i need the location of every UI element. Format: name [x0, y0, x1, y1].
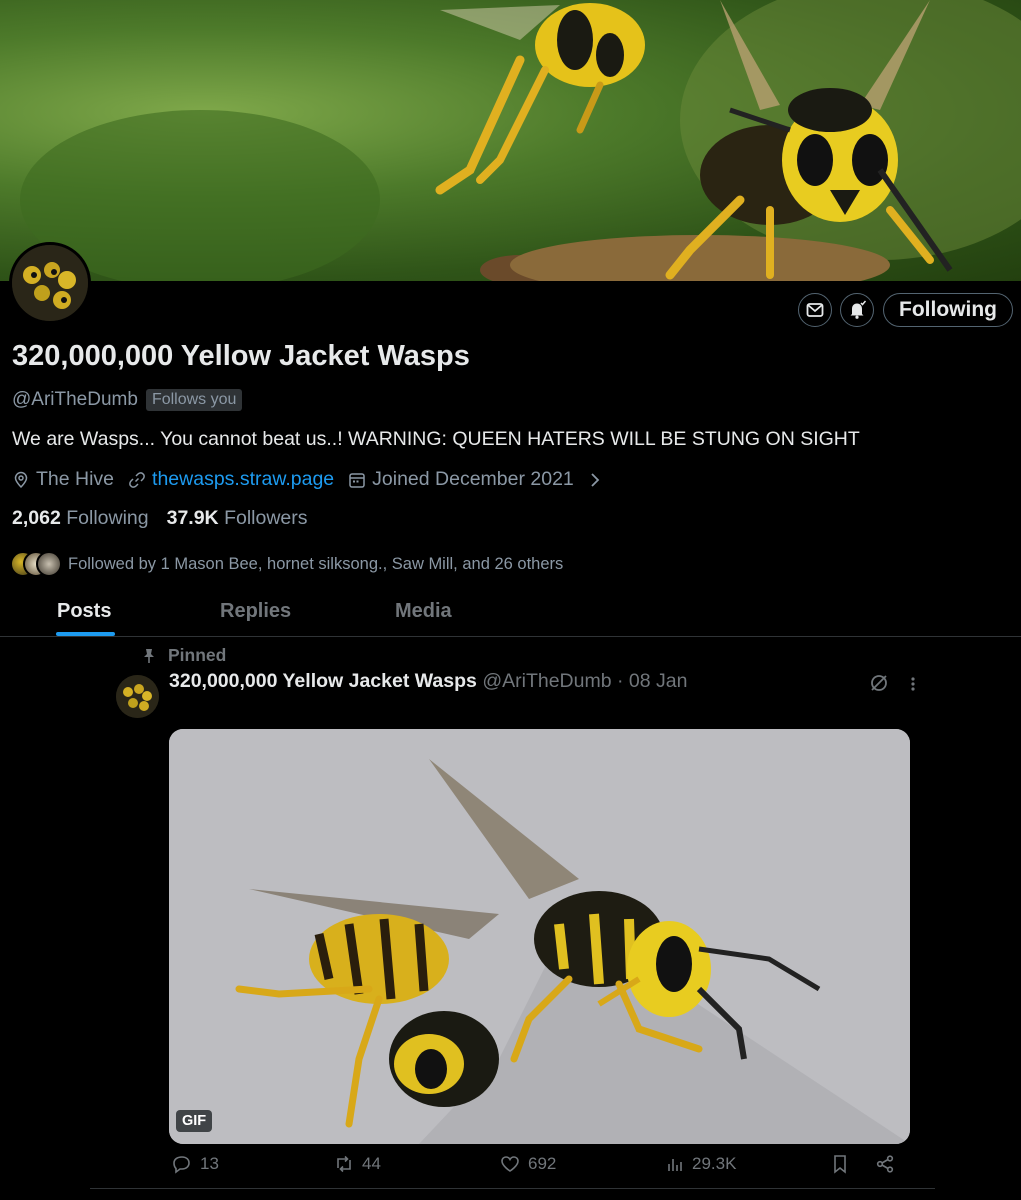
following-stat[interactable]: 2,062 Following: [12, 507, 149, 530]
handle-row: @AriTheDumb Follows you: [12, 389, 243, 411]
tab-posts[interactable]: Posts: [57, 600, 111, 623]
envelope-icon: [806, 303, 824, 317]
share-button[interactable]: [875, 1154, 895, 1174]
repost-icon: [337, 1155, 351, 1173]
wasp-nest-avatar-image: [12, 245, 88, 321]
post-media[interactable]: [169, 729, 910, 1144]
location-item: The Hive: [12, 468, 114, 491]
followed-by-text: Followed by 1 Mason Bee, hornet silksong…: [68, 554, 564, 573]
website-item[interactable]: thewasps.straw.page: [128, 468, 334, 491]
joined-text: Joined December 2021: [372, 468, 574, 490]
heart-icon: [501, 1156, 519, 1172]
post-author-name[interactable]: 320,000,000 Yellow Jacket Wasps: [169, 670, 477, 692]
chevron-right-icon: [591, 472, 600, 487]
wasp-nest-avatar-image: [116, 675, 159, 718]
repost-count: 44: [362, 1154, 381, 1173]
profile-banner[interactable]: [0, 0, 1021, 281]
active-tab-indicator: [56, 632, 115, 636]
meta-expand-button[interactable]: [588, 471, 602, 489]
post-author-avatar[interactable]: [116, 675, 159, 718]
avatar: [36, 551, 62, 577]
notifications-button[interactable]: [840, 293, 874, 327]
calendar-icon: [349, 472, 365, 488]
share-icon: [876, 1155, 894, 1173]
post-divider: [90, 1188, 935, 1189]
wasps-gif-image: [169, 729, 910, 1144]
repost-button[interactable]: 44: [334, 1154, 381, 1174]
profile-display-name: 320,000,000 Yellow Jacket Wasps: [12, 340, 470, 372]
location-text: The Hive: [36, 468, 115, 490]
joined-item: Joined December 2021: [348, 468, 574, 491]
post-author-handle[interactable]: @AriTheDumb: [482, 670, 611, 692]
reply-button[interactable]: 13: [172, 1154, 219, 1174]
follow-stats: 2,062 Following 37.9K Followers: [12, 507, 308, 530]
followers-count: 37.9K: [166, 507, 219, 529]
more-dots-icon: [911, 677, 915, 691]
tab-media[interactable]: Media: [395, 600, 452, 623]
followers-label: Followers: [224, 507, 308, 529]
profile-tabs: Posts Replies Media: [0, 596, 1021, 637]
bookmark-icon: [834, 1155, 846, 1174]
follows-you-badge: Follows you: [145, 389, 243, 411]
wasp-banner-image: [20, 0, 1021, 281]
follower-avatars: [10, 551, 62, 577]
profile-meta: The Hive thewasps.straw.page Joined Dece…: [12, 468, 616, 491]
analytics-icon: [668, 1159, 682, 1171]
grok-icon: [871, 675, 887, 691]
link-icon: [129, 471, 145, 488]
pin-icon: [144, 648, 154, 663]
website-link[interactable]: thewasps.straw.page: [152, 468, 334, 491]
location-pin-icon: [14, 471, 28, 488]
views-button[interactable]: 29.3K: [666, 1154, 736, 1174]
bookmark-button[interactable]: [831, 1154, 849, 1174]
bell-check-icon: [850, 300, 867, 319]
like-button[interactable]: 692: [500, 1154, 556, 1174]
reply-icon: [173, 1156, 190, 1174]
profile-avatar[interactable]: [9, 242, 91, 324]
views-count: 29.3K: [692, 1154, 737, 1173]
followed-by-row[interactable]: Followed by 1 Mason Bee, hornet silksong…: [10, 551, 563, 577]
message-button[interactable]: [798, 293, 832, 327]
followers-stat[interactable]: 37.9K Followers: [167, 507, 308, 530]
following-button[interactable]: Following: [883, 293, 1013, 327]
like-count: 692: [528, 1154, 557, 1173]
gif-badge: GIF: [176, 1110, 213, 1132]
tab-replies[interactable]: Replies: [220, 600, 291, 623]
post-date[interactable]: · 08 Jan: [617, 670, 687, 692]
pinned-indicator: Pinned: [142, 645, 226, 666]
following-label: Following: [66, 507, 149, 529]
grok-button[interactable]: [868, 672, 890, 699]
more-options-button[interactable]: [906, 672, 920, 701]
profile-bio: We are Wasps... You cannot beat us..! WA…: [12, 428, 860, 450]
reply-count: 13: [200, 1154, 219, 1173]
post-header: 320,000,000 Yellow Jacket Wasps @AriTheD…: [169, 670, 687, 693]
following-count: 2,062: [12, 507, 61, 529]
profile-handle: @AriTheDumb: [12, 389, 138, 410]
pinned-label: Pinned: [168, 645, 227, 665]
